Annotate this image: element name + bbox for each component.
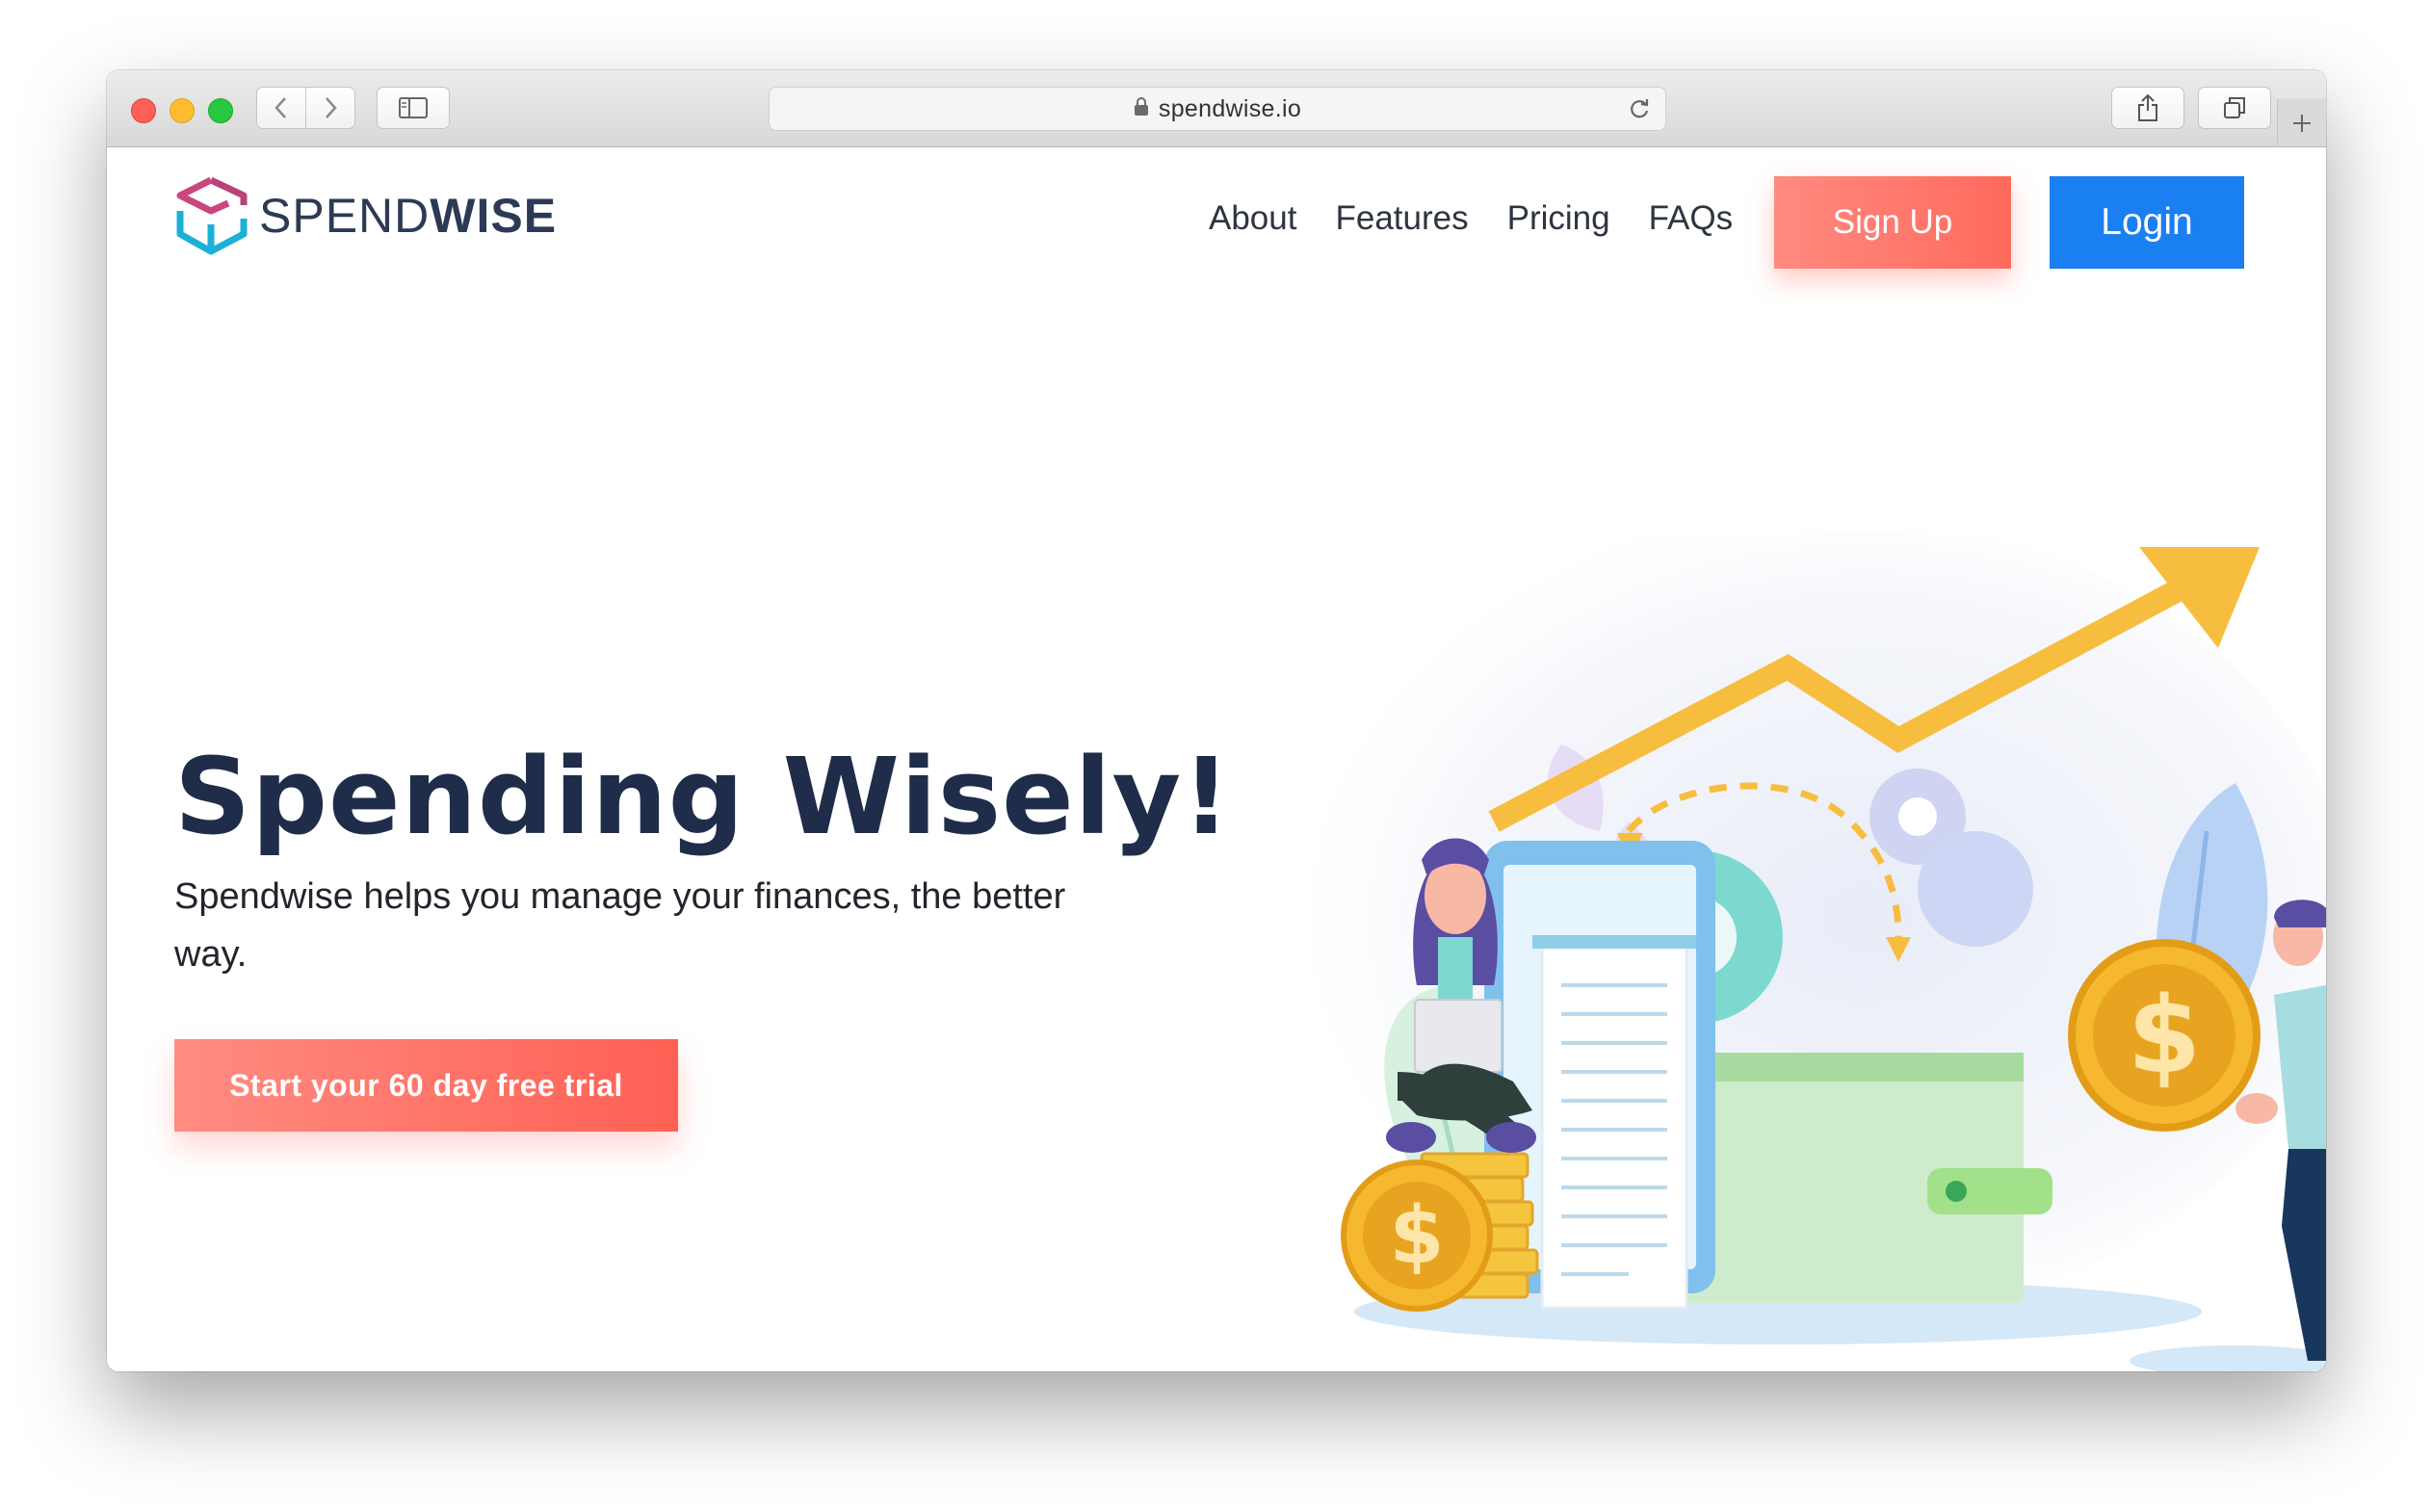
tabs-overview-button[interactable] <box>2198 87 2271 129</box>
back-icon <box>274 97 286 118</box>
tabs-icon <box>2224 97 2245 118</box>
forward-icon <box>326 97 337 118</box>
nav-faqs[interactable]: FAQs <box>1649 196 1734 242</box>
page-content: SPENDWISE About Features Pricing FAQs Si… <box>107 147 2326 1371</box>
sign-up-button[interactable]: Sign Up <box>1774 176 2011 269</box>
coin-symbol-small: $ <box>1389 1190 1444 1282</box>
reload-icon[interactable] <box>1627 96 1652 128</box>
hero-subtitle: Spendwise helps you manage your finances… <box>174 876 1066 975</box>
url-text: spendwise.io <box>1158 94 1302 122</box>
nav-features[interactable]: Features <box>1335 196 1468 242</box>
login-button[interactable]: Login <box>2050 176 2244 269</box>
logo-wordmark-light: SPEND <box>259 189 431 243</box>
lock-icon <box>1134 95 1149 123</box>
logo-cube-icon <box>176 176 248 255</box>
free-trial-button[interactable]: Start your 60 day free trial <box>174 1039 678 1132</box>
logo-wordmark: SPENDWISE <box>259 188 557 244</box>
coin-symbol-large: $ <box>2128 974 2202 1097</box>
zoom-window-button[interactable] <box>208 98 233 123</box>
finance-illustration: $ $ <box>1272 533 2326 1371</box>
sidebar-icon <box>399 97 428 118</box>
browser-toolbar: spendwise.io <box>107 70 2326 147</box>
back-button[interactable] <box>256 87 306 129</box>
share-button[interactable] <box>2111 87 2184 129</box>
minimize-window-button[interactable] <box>170 98 195 123</box>
forward-button[interactable] <box>305 87 355 129</box>
close-window-button[interactable] <box>131 98 156 123</box>
new-tab-button[interactable] <box>2277 99 2326 146</box>
spendwise-logo[interactable]: SPENDWISE <box>174 176 557 255</box>
sidebar-button[interactable] <box>377 87 450 129</box>
address-bar[interactable]: spendwise.io <box>769 87 1666 131</box>
main-nav: About Features Pricing FAQs <box>1209 196 1771 242</box>
share-icon <box>2138 93 2157 121</box>
browser-window: spendwise.io SPENDWISE About Features Pr… <box>107 70 2326 1371</box>
logo-wordmark-bold: WISE <box>430 189 558 243</box>
hero-title: Spending Wisely! <box>174 735 1232 858</box>
nav-about[interactable]: About <box>1209 196 1296 242</box>
plus-icon <box>2293 114 2311 132</box>
nav-pricing[interactable]: Pricing <box>1507 196 1610 242</box>
